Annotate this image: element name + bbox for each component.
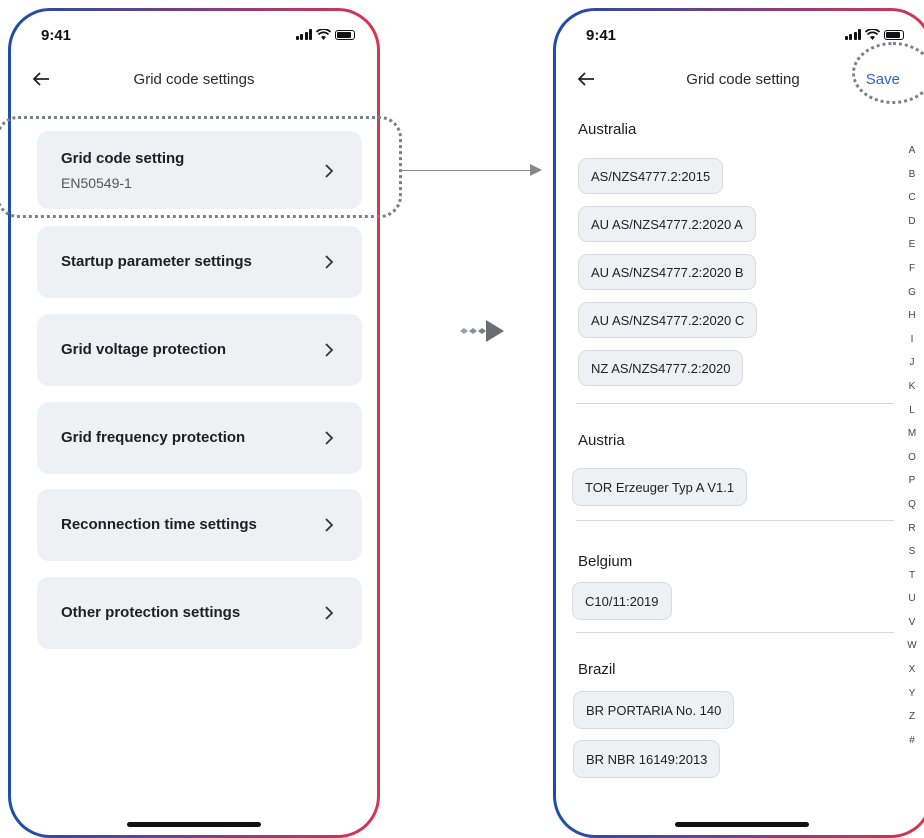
menu-item-other-protection-settings[interactable]: Other protection settings [37,577,362,649]
alphabet-letter[interactable]: K [909,375,916,399]
menu-item-label: Reconnection time settings [61,516,257,533]
section-header-austria: Austria [578,432,625,449]
signal-icon [844,29,861,40]
grid-code-option[interactable]: AU AS/NZS4777.2:2020 C [578,302,758,338]
menu-item-label: Grid frequency protection [61,429,246,446]
grid-code-option[interactable]: NZ AS/NZS4777.2:2020 [578,350,744,386]
screen-grid-code-setting: 9:41 Grid code setting Save Australia AS… [556,11,924,835]
menu-item-label: Other protection settings [61,604,241,621]
grid-code-option[interactable]: AU AS/NZS4777.2:2020 B [578,254,757,290]
grid-code-option[interactable]: C10/11:2019 [572,582,672,620]
alphabet-letter[interactable]: E [909,233,916,257]
alphabet-letter[interactable]: H [908,304,915,328]
status-time: 9:41 [41,27,72,44]
chevron-right-icon [325,606,334,620]
chevron-right-icon [325,343,334,357]
menu-item-label: Startup parameter settings [61,253,252,270]
connector-arrowhead [530,164,542,176]
status-time: 9:41 [586,27,617,44]
battery-icon [884,29,904,40]
page-title: Grid code settings [133,71,255,88]
alphabet-letter[interactable]: X [909,658,916,682]
alphabet-letter[interactable]: D [908,210,915,234]
grid-code-option[interactable]: BR PORTARIA No. 140 [573,691,735,729]
home-indicator [127,822,261,827]
alphabet-letter[interactable]: G [908,281,916,305]
signal-icon [295,29,312,40]
alphabet-letter[interactable]: # [909,729,915,753]
alphabet-letter[interactable]: L [909,399,915,423]
alphabet-letter[interactable]: R [908,517,915,541]
menu-item-label: Grid voltage protection [61,341,227,358]
menu-item-grid-voltage-protection[interactable]: Grid voltage protection [37,314,362,386]
chevron-right-icon [325,518,334,532]
alphabet-letter[interactable]: C [908,186,915,210]
wifi-icon [316,29,331,40]
section-header-brazil: Brazil [578,661,616,678]
section-divider [576,520,894,521]
section-divider [576,632,894,633]
status-icons [844,29,904,40]
section-header-australia: Australia [578,121,637,138]
alphabet-letter[interactable]: A [909,139,916,163]
alphabet-letter[interactable]: O [908,446,916,470]
grid-code-option[interactable]: AU AS/NZS4777.2:2020 A [578,206,756,242]
phone-frame-right: 9:41 Grid code setting Save Australia AS… [553,8,924,838]
alphabet-letter[interactable]: J [910,351,915,375]
home-indicator [675,822,809,827]
alphabet-letter[interactable]: Y [909,682,916,706]
highlight-outline-grid-code [0,116,402,218]
grid-code-option[interactable]: TOR Erzeuger Typ A V1.1 [572,468,748,506]
menu-item-startup-parameter-settings[interactable]: Startup parameter settings [37,226,362,298]
alphabet-letter[interactable]: T [909,564,915,588]
section-divider [576,403,894,404]
grid-code-option[interactable]: BR NBR 16149:2013 [573,740,721,778]
alphabet-letter[interactable]: F [909,257,915,281]
alphabet-letter[interactable]: U [908,587,915,611]
alphabet-letter[interactable]: Q [908,493,916,517]
grid-code-option[interactable]: AS/NZS4777.2:2015 [578,158,724,194]
alphabet-letter[interactable]: Z [909,705,915,729]
menu-item-grid-frequency-protection[interactable]: Grid frequency protection [37,402,362,474]
section-header-belgium: Belgium [578,553,633,570]
menu-item-reconnection-time-settings[interactable]: Reconnection time settings [37,489,362,561]
highlight-outline-save [852,42,924,104]
alphabet-letter[interactable]: M [908,422,916,446]
alphabet-letter[interactable]: V [909,611,916,635]
wifi-icon [865,29,880,40]
connector-line [400,170,538,171]
status-icons [295,29,355,40]
flow-arrow-icon [460,320,504,342]
alphabet-letter[interactable]: W [907,634,916,658]
chevron-right-icon [325,431,334,445]
chevron-right-icon [325,255,334,269]
battery-icon [335,29,355,40]
alphabet-index[interactable]: A B C D E F G H I J K L M O P Q R S T U V W X Y Z # [904,139,920,752]
alphabet-letter[interactable]: S [909,540,916,564]
alphabet-letter[interactable]: I [911,328,914,352]
alphabet-letter[interactable]: B [909,163,916,187]
alphabet-letter[interactable]: P [909,469,916,493]
